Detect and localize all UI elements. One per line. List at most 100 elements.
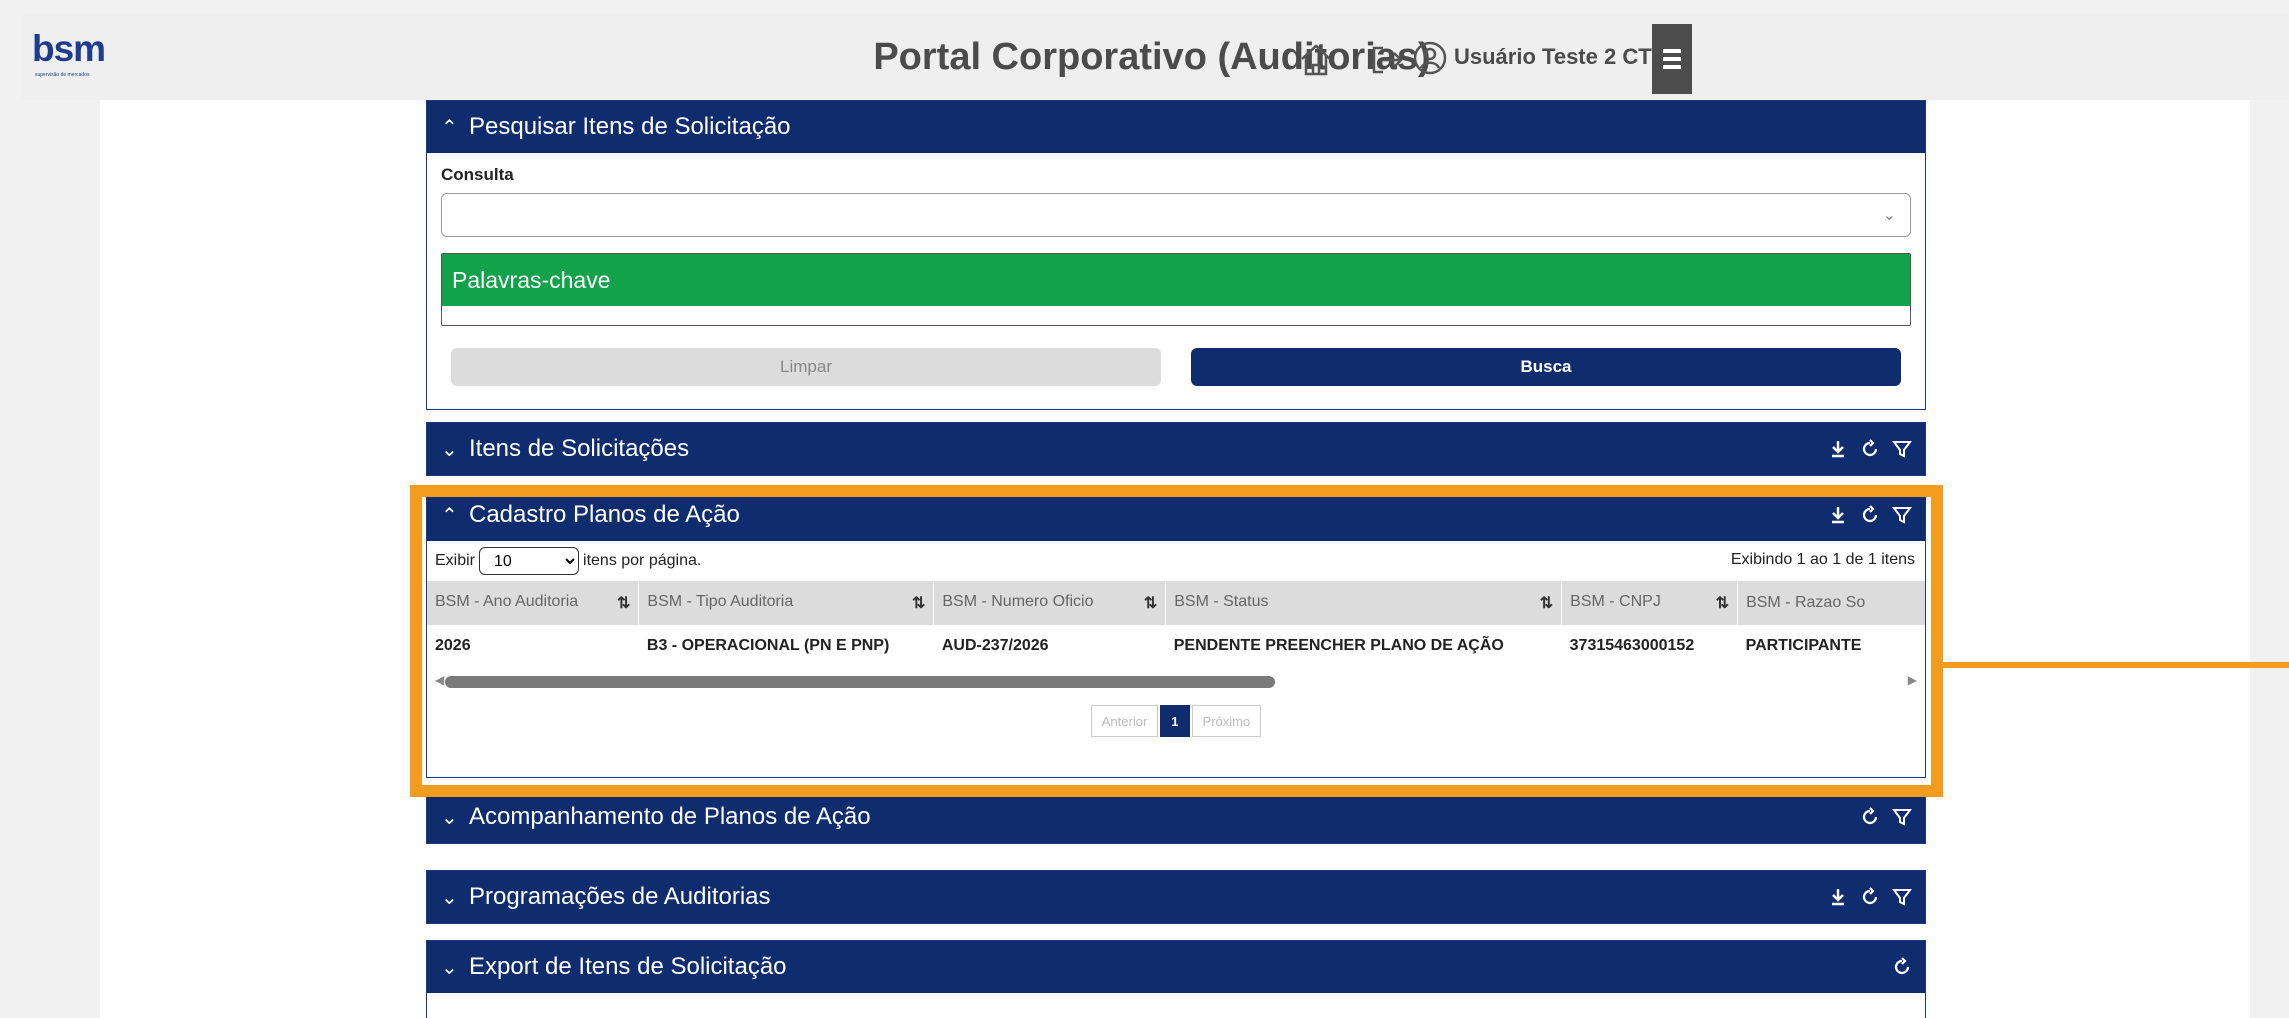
menu-bar-icon: [1663, 49, 1681, 53]
acompanhamento-panel-title: Acompanhamento de Planos de Ação: [469, 803, 871, 830]
download-icon[interactable]: [1827, 886, 1849, 908]
hamburger-menu-button[interactable]: [1652, 24, 1692, 94]
programacoes-panel-title: Programações de Auditorias: [469, 883, 771, 910]
sort-icon[interactable]: ⇅: [1716, 593, 1729, 613]
refresh-icon[interactable]: [1891, 956, 1913, 978]
sort-icon[interactable]: ⇅: [1144, 593, 1157, 613]
column-header-label: BSM - CNPJ: [1570, 593, 1661, 610]
refresh-icon[interactable]: [1859, 886, 1881, 908]
filter-icon[interactable]: [1891, 504, 1913, 526]
sort-icon[interactable]: ⇅: [617, 593, 630, 613]
consulta-select[interactable]: ⌄: [441, 193, 1911, 237]
pagination: Anterior 1 Próximo: [427, 691, 1925, 737]
filter-icon[interactable]: [1891, 806, 1913, 828]
menu-bar-icon: [1663, 65, 1681, 69]
chevron-down-icon: ⌄: [441, 886, 458, 909]
column-header[interactable]: BSM - CNPJ ⇅: [1561, 581, 1739, 625]
chevron-down-icon: ⌄: [441, 806, 458, 829]
column-header[interactable]: BSM - Ano Auditoria ⇅: [427, 581, 640, 625]
grid-container: BSM - Ano Auditoria ⇅ BSM - Tipo Auditori…: [427, 581, 1925, 667]
bsm-logo[interactable]: bsm supervisão de mercados: [32, 28, 136, 82]
search-actions: Limpar Busca: [427, 326, 1925, 386]
export-panel-header[interactable]: ⌄ Export de Itens de Solicitação: [427, 941, 1925, 993]
column-header[interactable]: BSM - Numero Oficio ⇅: [933, 581, 1167, 625]
previous-page-button[interactable]: Anterior: [1090, 705, 1159, 737]
column-header-label: BSM - Razao So: [1746, 594, 1866, 611]
chevron-down-icon: ⌄: [1882, 207, 1896, 224]
keywords-header: Palavras-chave: [442, 254, 1910, 306]
scroll-right-icon[interactable]: ▶: [1908, 673, 1917, 687]
keywords-box: Palavras-chave: [441, 253, 1911, 326]
programacoes-panel-actions: [1827, 871, 1913, 923]
column-header[interactable]: BSM - Status ⇅: [1165, 581, 1563, 625]
refresh-icon[interactable]: [1859, 438, 1881, 460]
filter-icon[interactable]: [1891, 886, 1913, 908]
logo-text: bsm: [32, 28, 106, 69]
menu-bar-icon: [1663, 57, 1681, 61]
filter-icon[interactable]: [1891, 438, 1913, 460]
page-1-button[interactable]: 1: [1160, 705, 1190, 737]
download-icon[interactable]: [1827, 438, 1849, 460]
chevron-up-icon: ⌃: [441, 504, 458, 527]
cadastro-panel-title: Cadastro Planos de Ação: [469, 501, 740, 528]
programacoes-panel-header[interactable]: ⌄ Programações de Auditorias: [427, 871, 1925, 923]
user-name[interactable]: Usuário Teste 2 CTVM: [1454, 44, 1685, 70]
itens-panel-actions: [1827, 423, 1913, 475]
column-header-label: BSM - Status: [1174, 593, 1269, 610]
sort-icon[interactable]: ⇅: [1540, 593, 1553, 613]
sort-icon[interactable]: ⇅: [912, 593, 925, 613]
scroll-left-icon[interactable]: ◀: [435, 673, 444, 687]
acompanhamento-panel: ⌄ Acompanhamento de Planos de Ação: [426, 790, 1926, 844]
column-header[interactable]: BSM - Razao So: [1737, 581, 1925, 625]
show-label: Exibir: [435, 552, 476, 569]
scrollbar-thumb[interactable]: [445, 676, 1275, 688]
next-page-button[interactable]: Próximo: [1191, 705, 1262, 737]
table-cell: AUD-237/2026: [941, 637, 1049, 654]
keywords-input[interactable]: [442, 306, 1910, 324]
export-panel-actions: [1891, 941, 1913, 993]
search-panel-title: Pesquisar Itens de Solicitação: [469, 113, 791, 140]
table-row[interactable]: 2026 B3 - OPERACIONAL (PN E PNP) AUD-237…: [427, 625, 1925, 667]
table-cell: PENDENTE PREENCHER PLANO DE AÇÃO: [1173, 637, 1504, 654]
logo-subtitle: supervisão de mercados: [35, 72, 90, 78]
programacoes-panel: ⌄ Programações de Auditorias: [426, 870, 1926, 924]
table-cell: PARTICIPANTE: [1745, 637, 1862, 654]
page-title: Portal Corporativo (Auditorias): [873, 36, 1431, 78]
itens-panel-title: Itens de Solicitações: [469, 435, 690, 462]
acompanhamento-panel-actions: [1859, 791, 1913, 843]
export-panel: ⌄ Export de Itens de Solicitação: [426, 940, 1926, 1018]
consulta-label: Consulta: [441, 165, 514, 184]
home-icon[interactable]: [1296, 40, 1336, 80]
column-header[interactable]: BSM - Tipo Auditoria ⇅: [638, 581, 935, 625]
search-panel-header[interactable]: ⌃ Pesquisar Itens de Solicitação: [427, 101, 1925, 153]
column-header-label: BSM - Tipo Auditoria: [647, 593, 794, 610]
chevron-up-icon: ⌃: [441, 116, 458, 139]
callout-line: [1943, 662, 2289, 668]
search-panel: ⌃ Pesquisar Itens de Solicitação Consult…: [426, 100, 1926, 410]
download-icon[interactable]: [1827, 504, 1849, 526]
logout-icon[interactable]: [1367, 40, 1407, 80]
main-content: ⌃ Pesquisar Itens de Solicitação Consult…: [100, 100, 2250, 1018]
chevron-down-icon: ⌄: [441, 956, 458, 979]
itens-panel-header[interactable]: ⌄ Itens de Solicitações: [427, 423, 1925, 475]
itens-panel: ⌄ Itens de Solicitações: [426, 422, 1926, 476]
page-size-select[interactable]: 10: [479, 547, 580, 575]
cadastro-panel-actions: [1827, 489, 1913, 541]
cadastro-panel-header[interactable]: ⌃ Cadastro Planos de Ação: [427, 489, 1925, 541]
per-page-label: itens por página.: [583, 552, 702, 569]
cadastro-panel: ⌃ Cadastro Planos de Ação Exibir 10 iten…: [426, 488, 1926, 778]
table-cell: B3 - OPERACIONAL (PN E PNP): [646, 637, 890, 654]
horizontal-scrollbar[interactable]: ◀ ▶: [435, 671, 1917, 691]
acompanhamento-panel-header[interactable]: ⌄ Acompanhamento de Planos de Ação: [427, 791, 1925, 843]
refresh-icon[interactable]: [1859, 806, 1881, 828]
clear-button[interactable]: Limpar: [451, 347, 1161, 386]
user-icon[interactable]: [1412, 40, 1448, 76]
table-cell: 2026: [435, 637, 471, 654]
grid-toolbar: Exibir 10 itens por página. Exibindo 1 a…: [427, 541, 1925, 581]
refresh-icon[interactable]: [1859, 504, 1881, 526]
table-cell: 37315463000152: [1569, 637, 1695, 654]
search-button[interactable]: Busca: [1191, 347, 1901, 386]
action-plans-table: BSM - Ano Auditoria ⇅ BSM - Tipo Auditori…: [427, 581, 1925, 667]
page-info: Exibindo 1 ao 1 de 1 itens: [1730, 551, 1915, 568]
column-header-label: BSM - Numero Oficio: [942, 593, 1094, 610]
